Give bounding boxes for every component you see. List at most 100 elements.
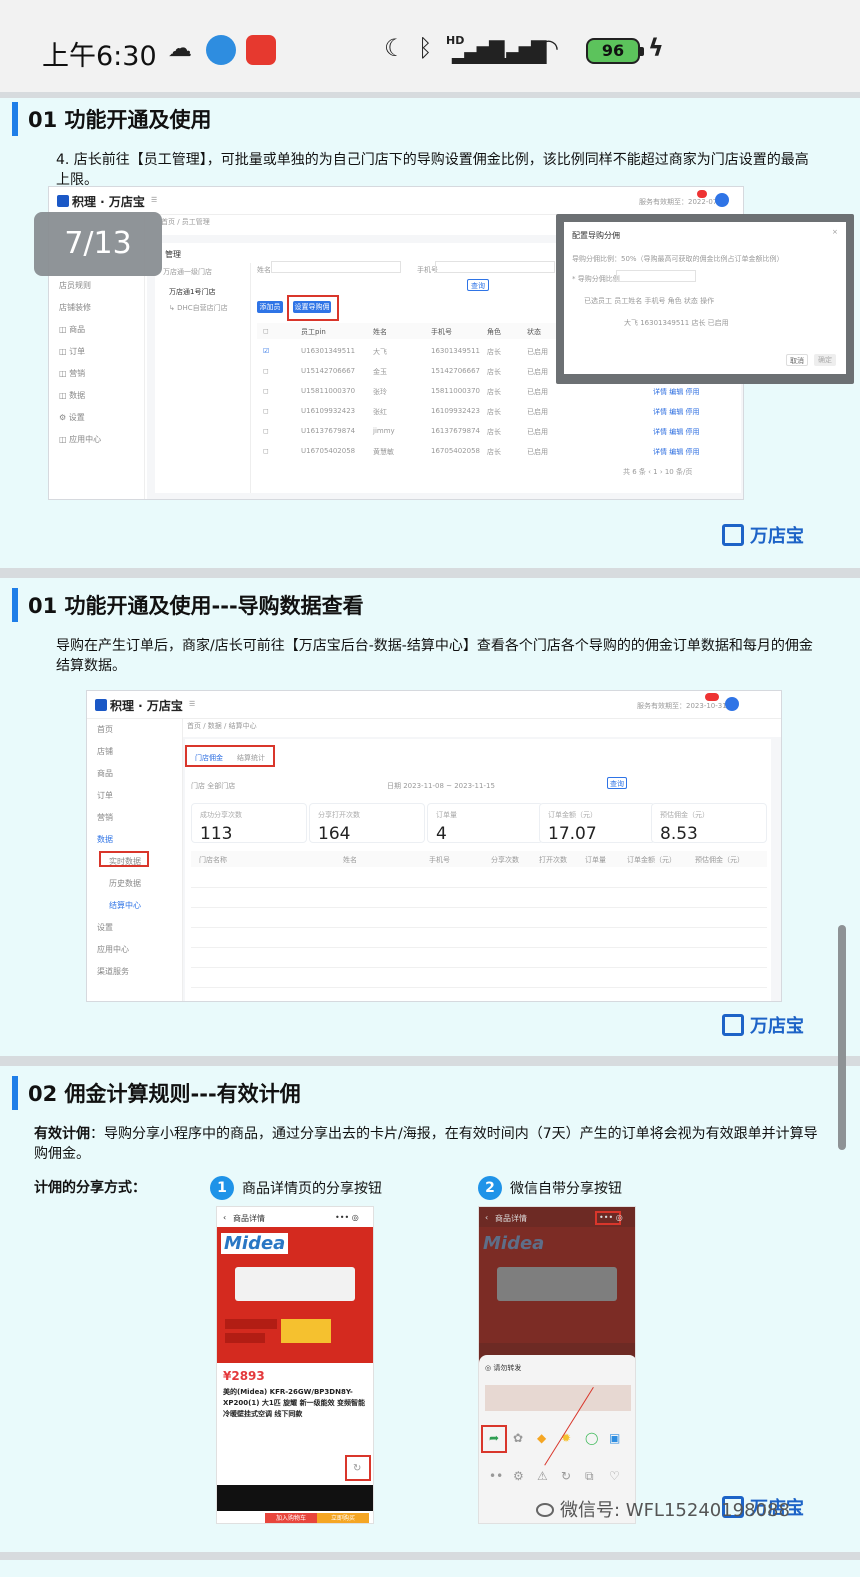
cell: 16705402058 bbox=[431, 447, 480, 455]
sidebar-item-marketing[interactable]: 营销 bbox=[87, 807, 182, 829]
notification-badge bbox=[697, 190, 707, 198]
modal-cancel-button[interactable]: 取消 bbox=[786, 354, 808, 366]
app-logo: 积理 · 万店宝 bbox=[57, 193, 145, 210]
more-icon[interactable]: ••• ◎ bbox=[335, 1213, 359, 1222]
sidebar-item[interactable]: ⚙ 设置 bbox=[49, 407, 144, 429]
slide-bottom bbox=[0, 1546, 860, 1577]
sidebar-item-apps[interactable]: 应用中心 bbox=[87, 939, 182, 961]
sidebar-item-channels[interactable]: 渠道服务 bbox=[87, 961, 182, 983]
sidebar-item-home[interactable]: 首页 bbox=[87, 719, 182, 741]
sidebar-item[interactable]: ◫ 商品 bbox=[49, 319, 144, 341]
cell: 店长 bbox=[487, 428, 501, 436]
sidebar-item-settings[interactable]: 设置 bbox=[87, 917, 182, 939]
buy-now-button[interactable]: 立即购买 bbox=[317, 1513, 369, 1523]
store-app-icon bbox=[246, 35, 276, 65]
modal-table-header: 已选员工 员工姓名 手机号 角色 状态 操作 bbox=[584, 297, 715, 305]
sidebar-item[interactable]: ◫ 应用中心 bbox=[49, 429, 144, 451]
sidebar-item-history[interactable]: 历史数据 bbox=[87, 873, 182, 895]
status-bar: 上午6:30 ☁ ☾ ᛒ HD ▂▄▆█ ▂▄▆█ ◠ 96 ϟ bbox=[0, 0, 860, 92]
avatar[interactable] bbox=[725, 697, 739, 711]
share-icon[interactable]: ↻ bbox=[353, 1463, 361, 1474]
row-checkbox[interactable]: ◻ bbox=[263, 387, 269, 395]
row-actions[interactable]: 详情 编辑 停用 bbox=[653, 447, 699, 457]
add-employee-button[interactable]: 添加员工 bbox=[257, 301, 283, 323]
store-filter[interactable]: 门店 全部门店 bbox=[191, 781, 235, 791]
warning-icon[interactable]: ⚠ bbox=[537, 1469, 548, 1483]
sidebar-item[interactable]: 店员规则 bbox=[49, 275, 144, 297]
col-header: 角色 bbox=[487, 328, 501, 336]
sidebar-item[interactable]: 店铺装修 bbox=[49, 297, 144, 319]
avatar[interactable] bbox=[715, 193, 729, 207]
row-actions[interactable]: 详情 编辑 停用 bbox=[653, 427, 699, 437]
search-button[interactable]: 查询 bbox=[607, 777, 627, 789]
brand-text: 万店宝 bbox=[750, 526, 804, 547]
modal-ok-button[interactable]: 确定 bbox=[814, 354, 836, 366]
row-actions[interactable]: 详情 编辑 停用 bbox=[653, 387, 699, 397]
sidebar-item[interactable]: ◫ 订单 bbox=[49, 341, 144, 363]
slide-2: 01 功能开通及使用---导购数据查看 导购在产生订单后，商家/店长可前往【万店… bbox=[0, 578, 860, 1056]
row-checkbox[interactable]: ◻ bbox=[263, 367, 269, 375]
select-all-checkbox[interactable]: ◻ bbox=[263, 327, 269, 335]
moments-icon[interactable]: ✹ bbox=[561, 1431, 571, 1445]
more-dots-icon[interactable]: •• bbox=[489, 1469, 503, 1483]
col-header: 姓名 bbox=[373, 328, 387, 336]
tree-node[interactable]: 万店通一级门店 bbox=[163, 267, 212, 277]
refresh-icon[interactable]: ↻ bbox=[561, 1469, 571, 1483]
row-checkbox[interactable]: ◻ bbox=[263, 447, 269, 455]
cell: 已启用 bbox=[527, 408, 548, 416]
close-icon[interactable]: × bbox=[832, 228, 838, 236]
signal-2-icon: ▂▄▆█ bbox=[494, 40, 547, 64]
wechat-watermark: 微信号: WFL15240198088 bbox=[536, 1496, 790, 1522]
sidebar-item-data[interactable]: 数据 bbox=[87, 829, 182, 851]
sidebar-item-shop[interactable]: 店铺 bbox=[87, 741, 182, 763]
copy-link-icon[interactable]: ⧉ bbox=[585, 1469, 594, 1484]
row-checkbox[interactable]: ◻ bbox=[263, 427, 269, 435]
body-bold: 有效计佣 bbox=[34, 1126, 90, 1142]
heart-icon[interactable]: ♡ bbox=[609, 1469, 620, 1483]
app-logo-text: 积理 · 万店宝 bbox=[110, 699, 183, 713]
menu-icon: ☰ bbox=[151, 196, 158, 204]
stat-card: 预估佣金（元） 8.53 bbox=[651, 803, 767, 844]
section-bar bbox=[12, 1076, 18, 1110]
more-icon[interactable]: ••• ◎ bbox=[599, 1213, 623, 1222]
back-icon[interactable]: ‹ bbox=[223, 1213, 226, 1222]
cell: 16109932423 bbox=[431, 407, 480, 415]
share-methods-label: 计佣的分享方式： bbox=[34, 1180, 146, 1196]
row-actions[interactable]: 详情 编辑 停用 bbox=[653, 407, 699, 417]
desktop-icon[interactable]: ▣ bbox=[609, 1431, 620, 1445]
search-button[interactable]: 查询 bbox=[467, 279, 489, 291]
scrollbar[interactable] bbox=[838, 925, 846, 1150]
sidebar-item-orders[interactable]: 订单 bbox=[87, 785, 182, 807]
date-filter[interactable]: 日期 2023-11-08 ~ 2023-11-15 bbox=[387, 781, 495, 791]
tree-node[interactable]: ↳ DHC自营店门店 bbox=[169, 303, 228, 313]
wifi-icon: ◠ bbox=[538, 34, 559, 62]
section-bar bbox=[12, 588, 18, 622]
body-text: ：导购分享小程序中的商品，通过分享出去的卡片/海报，在有效时间内（7天）产生的订… bbox=[34, 1126, 818, 1162]
commission-input[interactable] bbox=[616, 270, 696, 282]
dimmed-product-image: Midea bbox=[479, 1227, 635, 1343]
chat-icon[interactable]: ◯ bbox=[585, 1431, 598, 1445]
row-checkbox[interactable]: ☑ bbox=[263, 347, 269, 355]
phone-input[interactable] bbox=[435, 261, 555, 273]
table-header-row bbox=[191, 851, 767, 867]
watermark-text: 微信号: WFL15240198088 bbox=[560, 1500, 790, 1521]
add-cart-button[interactable]: 加入购物车 bbox=[265, 1513, 317, 1523]
back-icon[interactable]: ‹ bbox=[485, 1213, 488, 1222]
sidebar-item-settlement[interactable]: 结算中心 bbox=[87, 895, 182, 917]
name-input[interactable] bbox=[271, 261, 401, 273]
settings-icon[interactable]: ✿ bbox=[513, 1431, 523, 1445]
favorite-icon[interactable]: ◆ bbox=[537, 1431, 546, 1445]
gear-icon[interactable]: ⚙ bbox=[513, 1469, 524, 1483]
sidebar-item-goods[interactable]: 商品 bbox=[87, 763, 182, 785]
modal-hint: 导购分佣比例：50%（导购最高可获取的佣金比例占订单金额比例） bbox=[572, 255, 784, 263]
status-time: 上午6:30 bbox=[42, 41, 157, 72]
sidebar-item[interactable]: ◫ 数据 bbox=[49, 385, 144, 407]
col-header: 员工pin bbox=[301, 328, 326, 336]
pagination[interactable]: 共 6 条 ‹ 1 › 10 条/页 bbox=[623, 467, 692, 477]
bluetooth-icon: ᛒ bbox=[418, 34, 433, 62]
tree-node[interactable]: 万店通1号门店 bbox=[169, 287, 215, 297]
promo-tag bbox=[225, 1319, 277, 1329]
sidebar-item[interactable]: ◫ 营销 bbox=[49, 363, 144, 385]
table-row bbox=[191, 967, 767, 968]
row-checkbox[interactable]: ◻ bbox=[263, 407, 269, 415]
